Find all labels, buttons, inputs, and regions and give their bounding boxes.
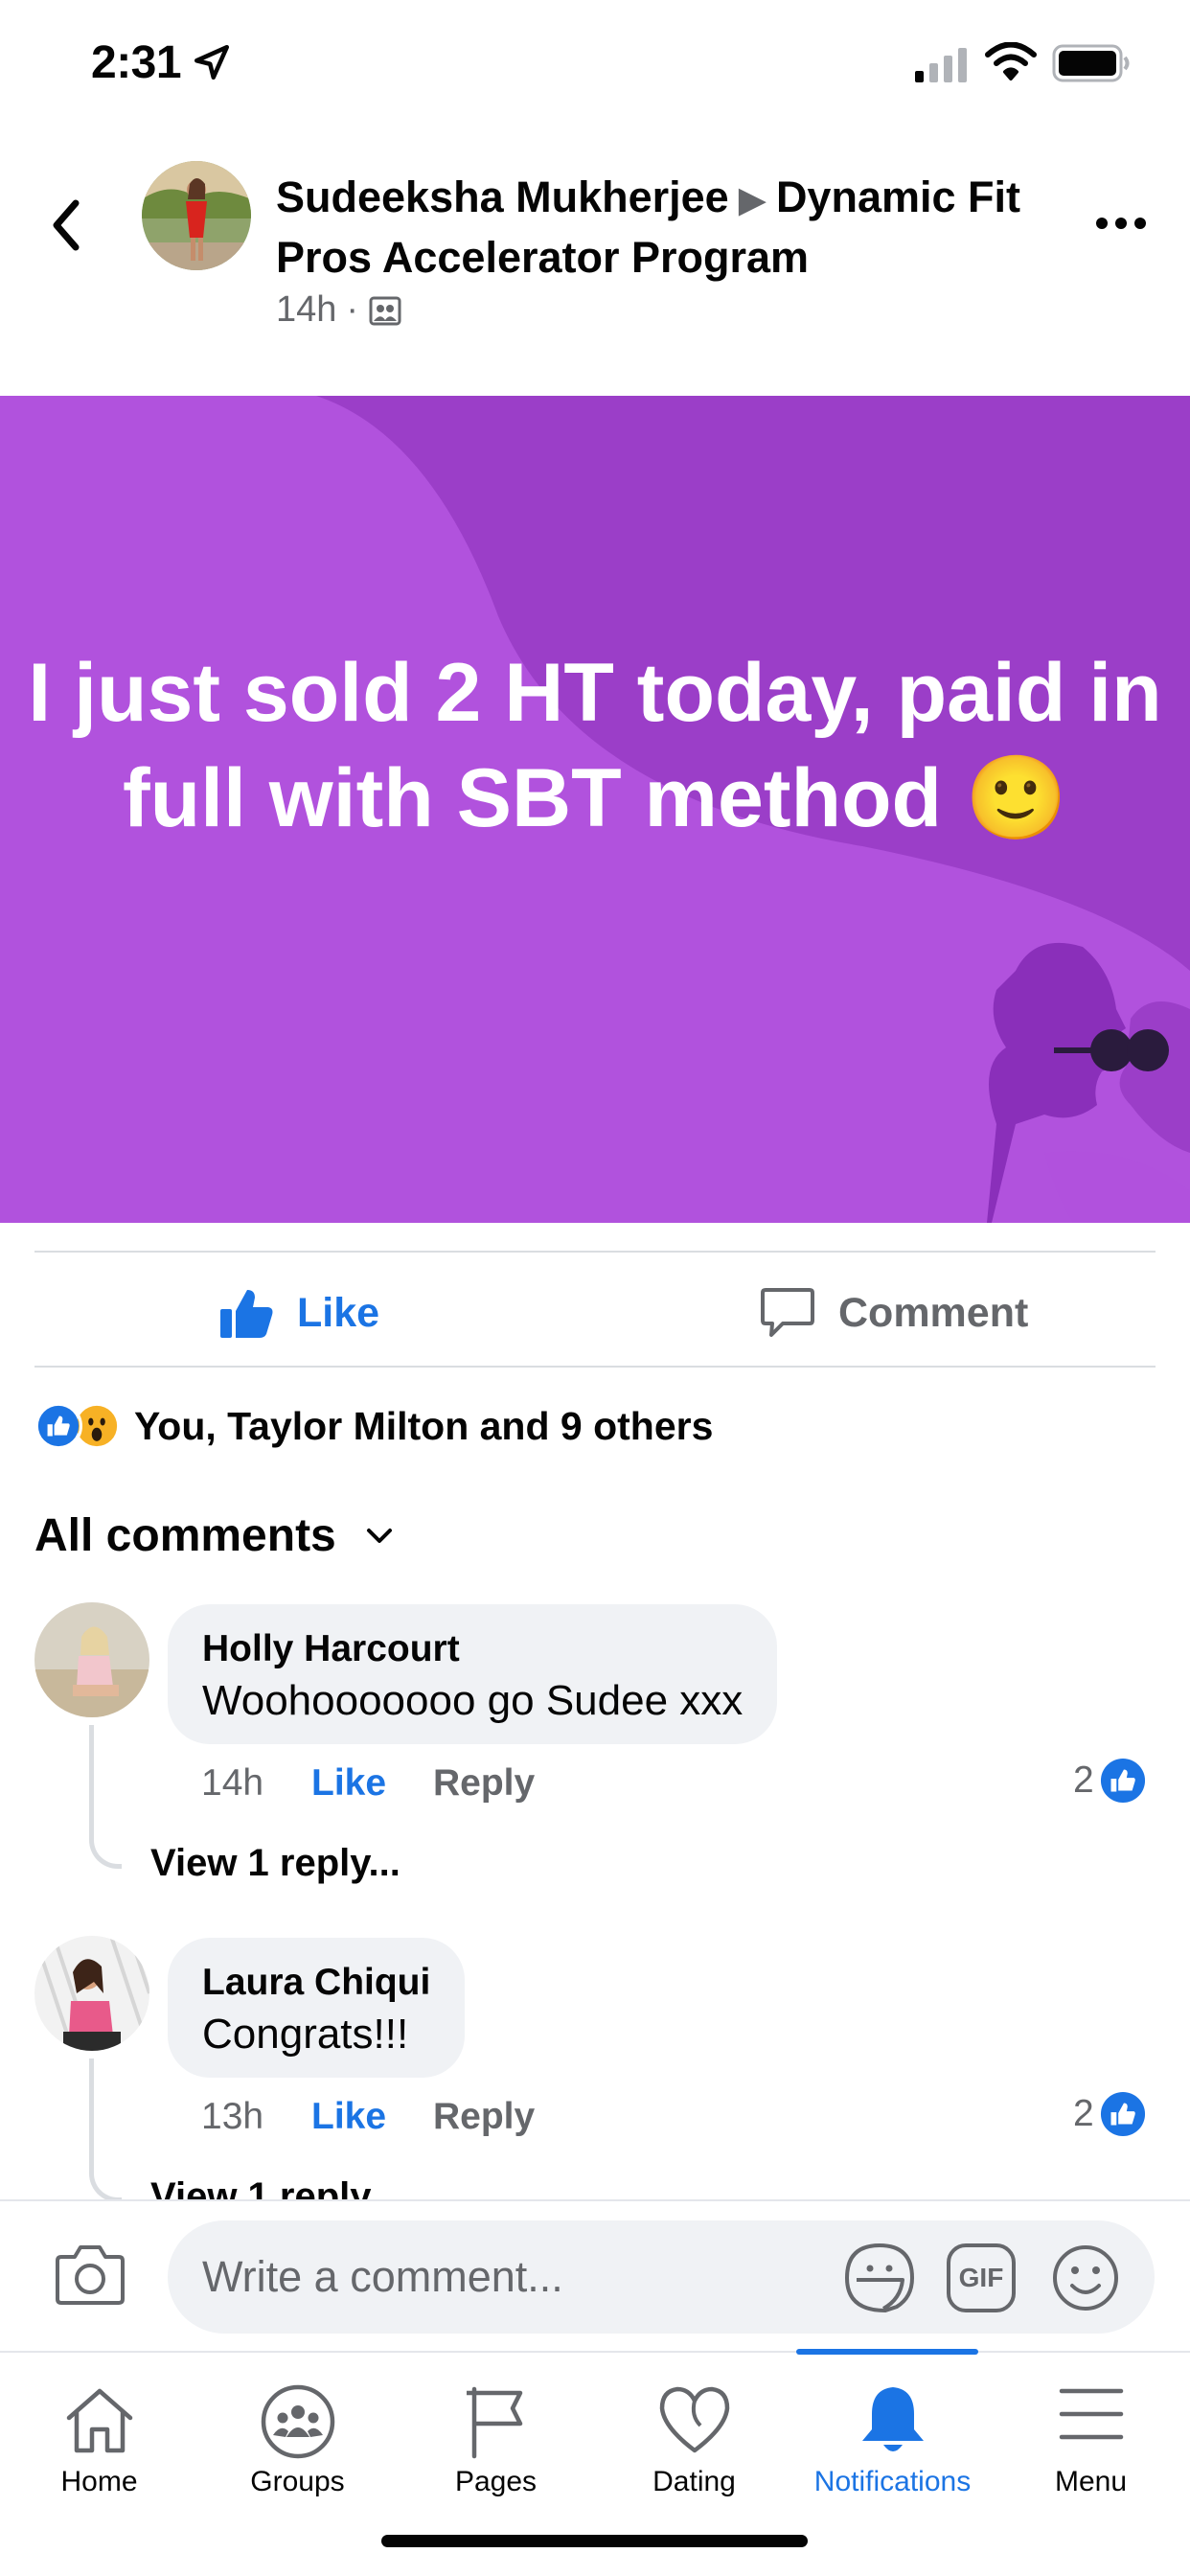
camera-icon[interactable] <box>54 2240 126 2309</box>
emoji-icon[interactable] <box>1051 2243 1120 2312</box>
comment-reaction-count[interactable]: 2 <box>1073 2090 1146 2138</box>
comment-reply-button[interactable]: Reply <box>433 1762 535 1805</box>
tab-label: Dating <box>652 2466 736 2497</box>
comment-like-button[interactable]: Like <box>311 2096 433 2138</box>
bell-icon <box>861 2387 924 2451</box>
like-button[interactable]: Like <box>218 1279 379 1346</box>
author-name[interactable]: Sudeeksha Mukherjee <box>276 172 729 221</box>
battery-icon <box>1052 44 1130 82</box>
post-banner[interactable]: I just sold 2 HT today, paid in full wit… <box>0 396 1190 1223</box>
post-meta: 14h · <box>276 289 402 331</box>
status-time: 2:31 <box>91 37 182 88</box>
comment-bubble[interactable]: Laura Chiqui Congrats!!! <box>168 1938 466 2078</box>
tab-label: Pages <box>454 2466 538 2497</box>
reactions-summary[interactable]: You, Taylor Milton and 9 others <box>34 1397 713 1455</box>
cellular-signal-icon <box>915 48 967 82</box>
comment-like-count: 2 <box>1073 1760 1094 1801</box>
like-label: Like <box>297 1289 380 1336</box>
tab-label: Menu <box>1054 2466 1128 2497</box>
comments-filter-label: All comments <box>34 1510 336 1561</box>
comment-meta: 13h Like Reply <box>201 2093 535 2141</box>
like-reaction-icon <box>1100 1758 1145 1804</box>
sticker-icon[interactable] <box>843 2242 916 2314</box>
comment-reply-button[interactable]: Reply <box>433 2096 535 2138</box>
commenter-avatar[interactable] <box>34 1602 149 1717</box>
heart-icon <box>659 2386 729 2453</box>
comment-reaction-count[interactable]: 2 <box>1073 1757 1146 1805</box>
commenter-avatar[interactable] <box>34 1936 149 2051</box>
home-icon <box>66 2388 132 2453</box>
like-thumb-icon <box>220 1290 273 1338</box>
view-replies-link[interactable]: View 1 reply... <box>150 1842 400 1885</box>
gif-label: GIF <box>958 2263 1004 2292</box>
post-title[interactable]: Sudeeksha Mukherjee ▶ Dynamic Fit Pros Acc… <box>276 169 1023 287</box>
wifi-icon <box>985 42 1037 80</box>
comments-filter-dropdown[interactable]: All comments <box>34 1505 394 1567</box>
tab-home[interactable]: Home <box>0 2353 198 2544</box>
comment-bubble-icon <box>761 1288 814 1337</box>
comment-like-count: 2 <box>1073 2093 1094 2134</box>
meta-separator: · <box>346 289 359 330</box>
tab-groups[interactable]: Groups <box>198 2353 397 2544</box>
reply-thread-line <box>89 1725 122 1869</box>
shared-to-arrow-icon: ▶ <box>738 180 767 220</box>
back-arrow-icon[interactable] <box>43 192 91 259</box>
tab-notifications[interactable]: Notifications <box>793 2349 992 2544</box>
groups-icon <box>261 2384 334 2459</box>
banner-text: I just sold 2 HT today, paid in full wit… <box>28 647 1162 844</box>
divider <box>34 1366 1156 1368</box>
comment-meta: 14h Like Reply <box>201 1760 535 1807</box>
commenter-name[interactable]: Holly Harcourt <box>202 1625 743 1673</box>
active-tab-indicator <box>796 2349 978 2355</box>
comment-bubble[interactable]: Holly Harcourt Woohooooooo go Sudee xxx <box>168 1604 778 1744</box>
comment-composer: GIF <box>0 2199 1190 2353</box>
comment-label: Comment <box>838 1289 1029 1336</box>
tab-dating[interactable]: Dating <box>595 2353 793 2544</box>
location-arrow-icon <box>194 44 230 80</box>
like-reaction-icon <box>34 1402 82 1450</box>
tab-label: Home <box>60 2466 138 2497</box>
comment-time: 13h <box>201 2096 264 2137</box>
comment-text: Woohooooooo go Sudee xxx <box>202 1677 744 1724</box>
home-indicator[interactable] <box>381 2535 808 2547</box>
reactions-text: You, Taylor Milton and 9 others <box>134 1403 714 1448</box>
tab-pages[interactable]: Pages <box>397 2353 595 2544</box>
commenter-name[interactable]: Laura Chiqui <box>202 1959 430 2007</box>
divider <box>34 1251 1156 1253</box>
flag-icon <box>466 2386 522 2459</box>
tab-menu[interactable]: Menu <box>992 2353 1190 2544</box>
tab-label: Groups <box>250 2466 345 2497</box>
reply-thread-line <box>89 2058 122 2202</box>
author-avatar[interactable] <box>142 161 251 270</box>
post-time[interactable]: 14h <box>276 289 336 331</box>
like-reaction-icon <box>1100 2091 1145 2137</box>
group-privacy-icon <box>369 296 401 325</box>
gif-button[interactable]: GIF <box>947 2243 1016 2312</box>
more-options-icon[interactable] <box>1092 209 1150 238</box>
tab-label: Notifications <box>813 2466 972 2497</box>
post-header: Sudeeksha Mukherjee ▶ Dynamic Fit Pros Acc… <box>0 144 1190 393</box>
comment-time: 14h <box>201 1762 264 1804</box>
status-bar: 2:31 <box>0 0 1190 125</box>
comment-button[interactable]: Comment <box>760 1279 1028 1346</box>
menu-icon <box>1059 2388 1123 2440</box>
comment-text: Congrats!!! <box>202 2011 409 2058</box>
comment-like-button[interactable]: Like <box>311 1762 433 1805</box>
chevron-down-icon <box>366 1528 392 1543</box>
